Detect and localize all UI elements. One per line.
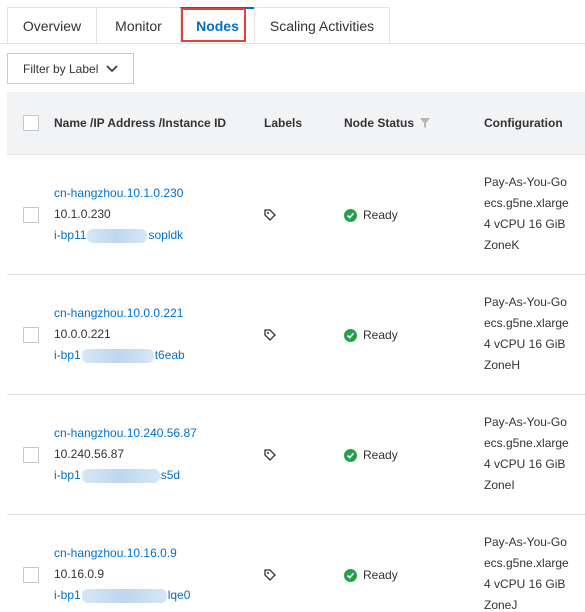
column-node-status-label: Node Status bbox=[344, 116, 415, 130]
node-name-link[interactable]: cn-hangzhou.10.240.56.87 bbox=[54, 423, 197, 444]
instance-spec: 4 vCPU 16 GiB bbox=[484, 457, 566, 471]
tab-bar: Overview Monitor Nodes Scaling Activitie… bbox=[7, 7, 390, 44]
billing-method: Pay-As-You-Go bbox=[484, 415, 567, 429]
instance-type: ecs.g5ne.xlarge bbox=[484, 196, 569, 210]
billing-method: Pay-As-You-Go bbox=[484, 535, 567, 549]
row-checkbox[interactable] bbox=[23, 327, 39, 343]
instance-id-link[interactable]: i-bp1 lqe0 bbox=[54, 585, 190, 606]
zone: ZoneK bbox=[484, 238, 520, 252]
table-header: Name /IP Address /Instance ID Labels Nod… bbox=[7, 92, 585, 155]
node-info: cn-hangzhou.10.1.0.230 10.1.0.230 i-bp11… bbox=[54, 183, 183, 246]
instance-spec: 4 vCPU 16 GiB bbox=[484, 217, 566, 231]
zone: ZoneJ bbox=[484, 598, 518, 612]
node-ip: 10.1.0.230 bbox=[54, 207, 111, 221]
instance-id-suffix: t6eab bbox=[154, 348, 185, 362]
node-name-link[interactable]: cn-hangzhou.10.0.0.221 bbox=[54, 303, 185, 324]
tab-nodes[interactable]: Nodes bbox=[180, 7, 254, 44]
configuration-cell: Pay-As-You-Go ecs.g5ne.xlarge 4 vCPU 16 … bbox=[484, 412, 569, 496]
node-name-link[interactable]: cn-hangzhou.10.1.0.230 bbox=[54, 183, 183, 204]
redacted-blur bbox=[81, 348, 154, 363]
instance-id-link[interactable]: i-bp11 sopldk bbox=[54, 225, 183, 246]
instance-id-suffix: sopldk bbox=[148, 228, 184, 242]
filter-by-label-text: Filter by Label bbox=[23, 61, 99, 76]
status-text: Ready bbox=[363, 208, 398, 222]
instance-id-prefix: i-bp1 bbox=[54, 468, 81, 482]
configuration-cell: Pay-As-You-Go ecs.g5ne.xlarge 4 vCPU 16 … bbox=[484, 532, 569, 612]
instance-id-suffix: lqe0 bbox=[167, 588, 191, 602]
tag-icon[interactable] bbox=[264, 209, 276, 221]
check-circle-icon bbox=[344, 209, 357, 222]
filter-by-label-button[interactable]: Filter by Label bbox=[7, 53, 134, 84]
redacted-blur bbox=[81, 588, 167, 603]
instance-type: ecs.g5ne.xlarge bbox=[484, 436, 569, 450]
tab-overview[interactable]: Overview bbox=[7, 7, 96, 44]
instance-id-prefix: i-bp1 bbox=[54, 348, 81, 362]
billing-method: Pay-As-You-Go bbox=[484, 175, 567, 189]
column-name-header: Name /IP Address /Instance ID bbox=[54, 116, 227, 130]
node-status: Ready bbox=[344, 565, 398, 586]
node-status: Ready bbox=[344, 205, 398, 226]
tab-scaling-activities[interactable]: Scaling Activities bbox=[254, 7, 390, 44]
instance-id-link[interactable]: i-bp1 s5d bbox=[54, 465, 197, 486]
table-row: cn-hangzhou.10.240.56.87 10.240.56.87 i-… bbox=[7, 395, 585, 515]
billing-method: Pay-As-You-Go bbox=[484, 295, 567, 309]
instance-id-prefix: i-bp1 bbox=[54, 588, 81, 602]
node-status: Ready bbox=[344, 445, 398, 466]
tag-icon[interactable] bbox=[264, 449, 276, 461]
redacted-blur bbox=[81, 468, 160, 483]
row-checkbox[interactable] bbox=[23, 567, 39, 583]
column-node-status-header: Node Status bbox=[344, 116, 431, 130]
configuration-cell: Pay-As-You-Go ecs.g5ne.xlarge 4 vCPU 16 … bbox=[484, 292, 569, 376]
instance-id-prefix: i-bp11 bbox=[54, 228, 87, 242]
node-info: cn-hangzhou.10.16.0.9 10.16.0.9 i-bp1 lqe… bbox=[54, 543, 190, 606]
node-ip: 10.240.56.87 bbox=[54, 447, 125, 461]
row-checkbox[interactable] bbox=[23, 447, 39, 463]
column-labels-header: Labels bbox=[264, 116, 303, 130]
check-circle-icon bbox=[344, 569, 357, 582]
check-circle-icon bbox=[344, 329, 357, 342]
zone: ZoneH bbox=[484, 358, 521, 372]
table-row: cn-hangzhou.10.16.0.9 10.16.0.9 i-bp1 lqe… bbox=[7, 515, 585, 612]
instance-spec: 4 vCPU 16 GiB bbox=[484, 337, 566, 351]
instance-id-link[interactable]: i-bp1 t6eab bbox=[54, 345, 185, 366]
nodes-table: Name /IP Address /Instance ID Labels Nod… bbox=[7, 92, 585, 612]
tab-monitor[interactable]: Monitor bbox=[96, 7, 180, 44]
funnel-icon[interactable] bbox=[420, 118, 431, 128]
node-ip: 10.16.0.9 bbox=[54, 567, 105, 581]
node-ip: 10.0.0.221 bbox=[54, 327, 111, 341]
status-text: Ready bbox=[363, 568, 398, 582]
table-row: cn-hangzhou.10.1.0.230 10.1.0.230 i-bp11… bbox=[7, 155, 585, 275]
tabs-divider bbox=[0, 43, 585, 44]
tag-icon[interactable] bbox=[264, 329, 276, 341]
select-all-checkbox[interactable] bbox=[23, 115, 39, 131]
tag-icon[interactable] bbox=[264, 569, 276, 581]
instance-type: ecs.g5ne.xlarge bbox=[484, 316, 569, 330]
instance-spec: 4 vCPU 16 GiB bbox=[484, 577, 566, 591]
node-info: cn-hangzhou.10.240.56.87 10.240.56.87 i-… bbox=[54, 423, 197, 486]
node-info: cn-hangzhou.10.0.0.221 10.0.0.221 i-bp1 t… bbox=[54, 303, 185, 366]
instance-id-suffix: s5d bbox=[160, 468, 181, 482]
status-text: Ready bbox=[363, 328, 398, 342]
node-status: Ready bbox=[344, 325, 398, 346]
check-circle-icon bbox=[344, 449, 357, 462]
table-row: cn-hangzhou.10.0.0.221 10.0.0.221 i-bp1 t… bbox=[7, 275, 585, 395]
instance-type: ecs.g5ne.xlarge bbox=[484, 556, 569, 570]
zone: ZoneI bbox=[484, 478, 515, 492]
redacted-blur bbox=[87, 228, 148, 243]
chevron-down-icon bbox=[106, 64, 118, 72]
column-configuration-header: Configuration bbox=[484, 116, 563, 130]
status-text: Ready bbox=[363, 448, 398, 462]
configuration-cell: Pay-As-You-Go ecs.g5ne.xlarge 4 vCPU 16 … bbox=[484, 172, 569, 256]
node-name-link[interactable]: cn-hangzhou.10.16.0.9 bbox=[54, 543, 190, 564]
row-checkbox[interactable] bbox=[23, 207, 39, 223]
